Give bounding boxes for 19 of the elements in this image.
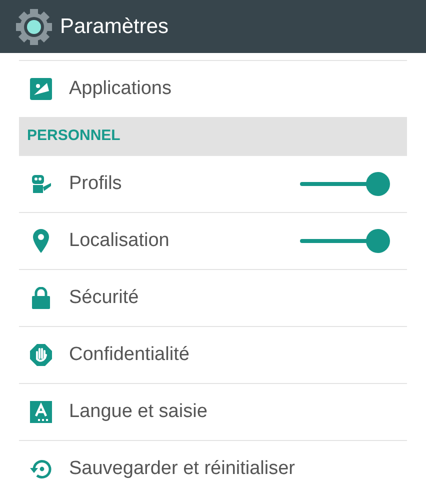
lock-icon (32, 287, 50, 309)
keyboard-letter-icon (30, 401, 52, 423)
location-pin-icon (33, 229, 49, 253)
restore-icon (30, 458, 52, 480)
settings-item[interactable]: Sécurité (69, 284, 139, 312)
settings-item[interactable]: Localisation (69, 226, 170, 256)
apps-icon (30, 78, 52, 100)
toolbar-title: Paramètres (60, 14, 169, 40)
toggle-switch[interactable] (300, 226, 390, 256)
settings-item[interactable]: Profils (69, 170, 122, 198)
toggle-switch[interactable] (300, 169, 390, 199)
settings-item[interactable]: Confidentialité (69, 340, 190, 370)
robot-icon (29, 173, 53, 195)
settings-icon[interactable] (14, 6, 54, 46)
settings-item[interactable]: Applications (69, 74, 172, 104)
settings-item[interactable]: Sauvegarder et réinitialiser (69, 454, 296, 484)
section-header: PERSONNEL (19, 117, 407, 155)
settings-item[interactable]: Langue et saisie (69, 398, 208, 426)
hand-stop-icon (30, 344, 52, 366)
